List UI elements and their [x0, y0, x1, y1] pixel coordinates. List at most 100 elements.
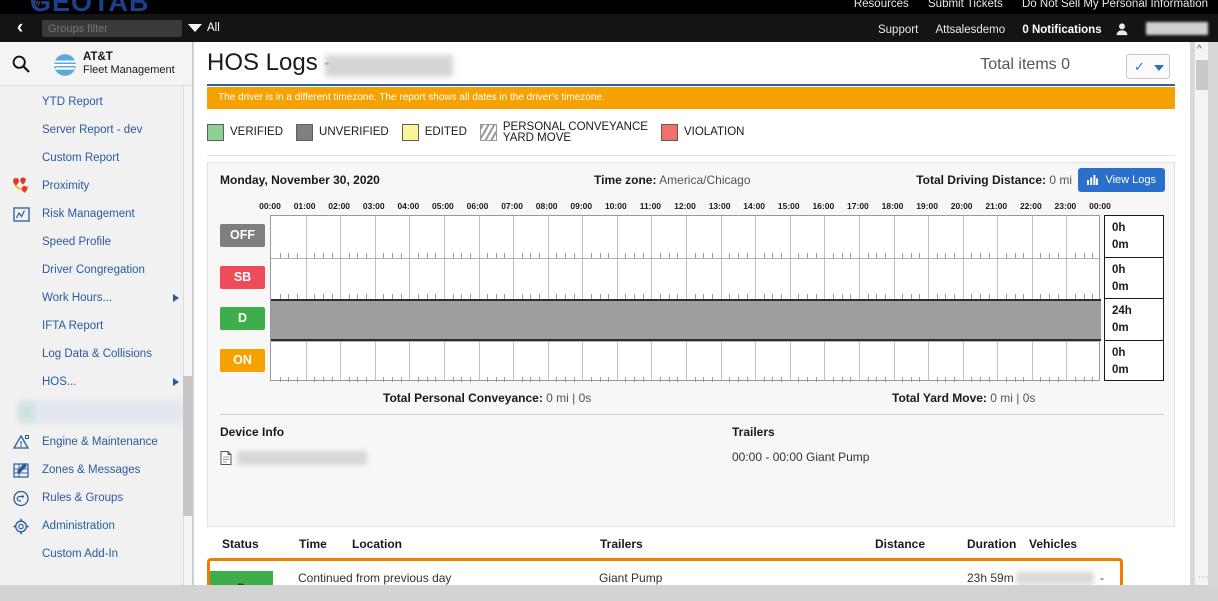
- graph-hour-label: 07:00: [501, 201, 523, 211]
- groups-filter-input[interactable]: [42, 20, 182, 37]
- view-logs-button[interactable]: View Logs: [1078, 168, 1165, 192]
- total-items-label: Total items 0: [980, 56, 1070, 73]
- sidebar-item-engine-maintenance[interactable]: Engine & Maintenance: [0, 428, 192, 456]
- graph-hour-label: 15:00: [777, 201, 800, 211]
- graph-quarter-ticks: [271, 252, 1099, 260]
- sidebar-item-custom-add-in[interactable]: Custom Add-In: [0, 540, 192, 568]
- att-brand-line1: AT&T: [83, 51, 113, 63]
- graph-hour-label: 17:00: [847, 201, 869, 211]
- groups-all-label[interactable]: All: [207, 22, 220, 34]
- graph-duty-segment[interactable]: [271, 299, 1101, 341]
- sidebar-item-redacted[interactable]: [18, 401, 183, 423]
- distance-value: 0 mi: [1049, 173, 1072, 187]
- nav-link-submit-tickets[interactable]: Submit Tickets: [928, 0, 1003, 10]
- page-scrollbar-track[interactable]: ^ ⋯: [1194, 42, 1208, 585]
- legend-swatch-verified: [207, 124, 224, 141]
- sidebar-item-proximity[interactable]: Proximity: [0, 172, 192, 200]
- legend-label: EDITED: [424, 126, 467, 138]
- graph-hour-label: 03:00: [362, 201, 385, 211]
- chevron-down-icon[interactable]: [188, 24, 202, 32]
- sidebar-item-hos[interactable]: HOS...: [0, 368, 192, 396]
- view-logs-label: View Logs: [1105, 174, 1156, 186]
- graph-hour-label: 01:00: [293, 201, 316, 211]
- table-row-cells: D Continued from previous day Giant Pump…: [210, 561, 1120, 585]
- legend-swatch-unverified: [296, 124, 314, 141]
- sidebar-item-label: Risk Management: [42, 208, 135, 220]
- trailers-value: 00:00 - 00:00 Giant Pump: [732, 450, 870, 464]
- total-minutes: 0m: [1112, 322, 1129, 334]
- sidebar-scrollbar-thumb[interactable]: [183, 376, 192, 516]
- window-bottom-edge: [0, 585, 1218, 601]
- sidebar-item-ifta-report[interactable]: IFTA Report: [0, 312, 192, 340]
- legend-divider: [207, 155, 1175, 156]
- nav-link-resources[interactable]: Resources: [854, 0, 909, 10]
- sidebar-item-label: Proximity: [42, 180, 90, 192]
- graph-status-label-sb: SB: [220, 265, 265, 289]
- legend-item-violation: VIOLATION: [660, 124, 744, 141]
- graph-grid[interactable]: [270, 215, 1101, 382]
- graph-hour-label: 00:00: [259, 201, 281, 211]
- cell-vehicles: - 2...: [1100, 571, 1104, 585]
- engine-warning-icon: [12, 434, 30, 449]
- scroll-up-icon[interactable]: ^: [1197, 44, 1202, 55]
- sidebar-item-rules-groups[interactable]: Rules & Groups: [0, 484, 192, 512]
- sidebar-item-server-report-dev[interactable]: Server Report - dev: [0, 116, 192, 144]
- title-underline: [207, 84, 1175, 86]
- graph-hour-label: 06:00: [466, 201, 489, 211]
- sidebar-item-risk-management[interactable]: Risk Management: [0, 200, 192, 228]
- sidebar-item-zones-messages[interactable]: Zones & Messages: [0, 456, 192, 484]
- notifications-link[interactable]: 0 Notifications: [1022, 24, 1101, 36]
- report-total-driving-distance: Total Driving Distance: 0 mi: [916, 173, 1072, 187]
- report-date: Monday, November 30, 2020: [220, 173, 380, 187]
- top-nav-links: Resources Submit Tickets Do Not Sell My …: [838, 0, 1208, 10]
- sidebar-item-work-hours[interactable]: Work Hours...: [0, 284, 192, 312]
- sidebar-item-ytd-report[interactable]: YTD Report: [0, 88, 192, 116]
- hos-report-card: Monday, November 30, 2020 Time zone: Ame…: [207, 162, 1175, 527]
- tym-label: Total Yard Move:: [892, 391, 987, 405]
- vehicle-name-redacted: [1016, 571, 1094, 585]
- table-row[interactable]: D Continued from previous day Giant Pump…: [207, 558, 1123, 585]
- graph-status-label-d: D: [220, 307, 265, 331]
- att-globe-logo: [53, 53, 77, 77]
- graph-hour-label: 23:00: [1054, 201, 1077, 211]
- nav-link-support[interactable]: Support: [878, 24, 918, 36]
- logs-table-header: Status Time Location Trailers Distance D…: [207, 530, 1175, 558]
- sidebar-item-log-data-collisions[interactable]: Log Data & Collisions: [0, 340, 192, 368]
- page-scrollbar-thumb[interactable]: [1196, 60, 1208, 90]
- distance-label: Total Driving Distance:: [916, 173, 1046, 187]
- user-avatar-icon[interactable]: [1115, 22, 1129, 36]
- sidebar-item-speed-profile[interactable]: Speed Profile: [0, 228, 192, 256]
- nav-link-account[interactable]: Attsalesdemo: [935, 24, 1005, 36]
- legend-label: UNVERIFIED: [319, 126, 389, 138]
- cell-trailers: Giant Pump: [599, 571, 663, 585]
- sidebar-item-custom-report[interactable]: Custom Report: [0, 144, 192, 172]
- gear-icon: [13, 518, 29, 535]
- col-distance: Distance: [875, 537, 926, 551]
- sidebar-item-label: Custom Report: [42, 152, 120, 164]
- nav-link-do-not-sell[interactable]: Do Not Sell My Personal Information: [1022, 0, 1208, 10]
- sidebar-scrollbar-track[interactable]: [183, 86, 192, 585]
- total-personal-conveyance: Total Personal Conveyance: 0 mi | 0s: [383, 391, 591, 405]
- left-sidebar: AT&T Fleet Management ^ YTD Report Serve…: [0, 42, 193, 585]
- total-minutes: 0m: [1112, 363, 1129, 376]
- sidebar-item-administration[interactable]: Administration: [0, 512, 192, 540]
- scroll-down-icon[interactable]: ⋯: [1198, 572, 1208, 583]
- risk-chart-icon: [13, 207, 30, 222]
- legend-label: PERSONAL CONVEYANCE YARD MOVE: [502, 120, 648, 144]
- total-items-dropdown-button[interactable]: ✓: [1126, 54, 1170, 79]
- username-redacted: [1146, 22, 1208, 35]
- graph-hour-label: 19:00: [916, 201, 938, 211]
- search-icon[interactable]: [11, 54, 31, 74]
- app-window: Powered by GEOTAB Resources Submit Ticke…: [0, 0, 1218, 601]
- legend-swatch-violation: [660, 124, 678, 141]
- back-chevron-icon[interactable]: ‹: [10, 18, 30, 38]
- sidebar-item-label: Log Data & Collisions: [42, 348, 152, 360]
- tpc-value: 0 mi | 0s: [546, 391, 592, 405]
- graph-hour-label: 16:00: [812, 201, 835, 211]
- timezone-label: Time zone:: [594, 173, 657, 187]
- graph-hour-labels: 00:00 01:00 02:00 03:00 04:00 05:00 06:00 07:00…: [259, 201, 1111, 215]
- tym-value: 0 mi | 0s: [990, 391, 1036, 405]
- sidebar-item-driver-congregation[interactable]: Driver Congregation: [0, 256, 192, 284]
- graph-hour-label: 10:00: [604, 201, 627, 211]
- graph-status-label-off: OFF: [220, 224, 265, 248]
